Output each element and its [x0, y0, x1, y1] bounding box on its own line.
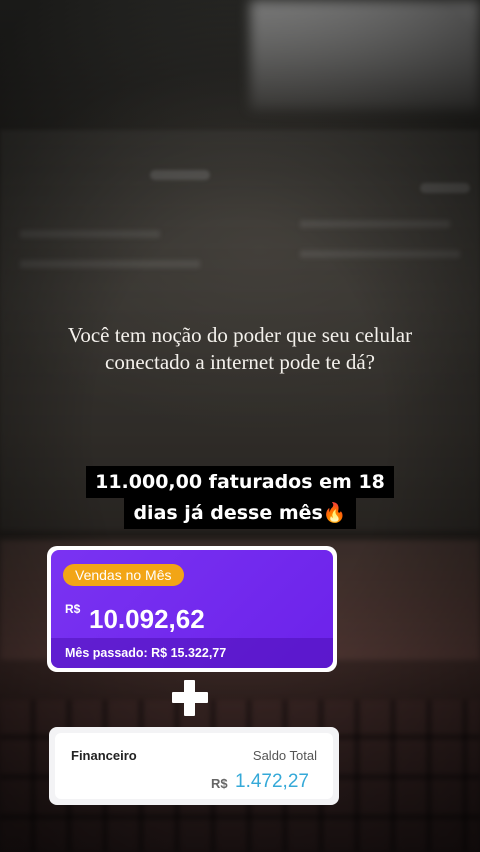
sales-card-body: Vendas no Mês R$ 10.092,62 Mês passado: … [51, 550, 333, 668]
vignette [0, 0, 480, 852]
balance-value: 1.472,27 [235, 771, 309, 792]
story-question-text: Você tem noção do poder que seu celular … [67, 323, 413, 374]
finance-title: Financeiro [71, 748, 137, 763]
balance-currency: R$ [211, 776, 228, 791]
sales-currency: R$ [65, 602, 81, 616]
headline-line-1: 11.000,00 faturados em 18 [86, 466, 394, 498]
headline: 11.000,00 faturados em 18 dias já desse … [0, 466, 480, 529]
sales-value: 10.092,62 [89, 604, 205, 634]
total-balance-label: Saldo Total [252, 748, 317, 763]
finance-card-body: Financeiro Saldo Total R$ 1.472,27 [55, 733, 333, 799]
previous-month-total: Mês passado: R$ 15.322,77 [51, 638, 333, 668]
plus-icon [172, 680, 208, 716]
headline-line-2: dias já desse mês🔥 [124, 497, 356, 529]
sales-month-card: Vendas no Mês R$ 10.092,62 Mês passado: … [47, 546, 337, 672]
sales-month-badge: Vendas no Mês [63, 564, 184, 586]
finance-card: Financeiro Saldo Total R$ 1.472,27 [49, 727, 339, 805]
